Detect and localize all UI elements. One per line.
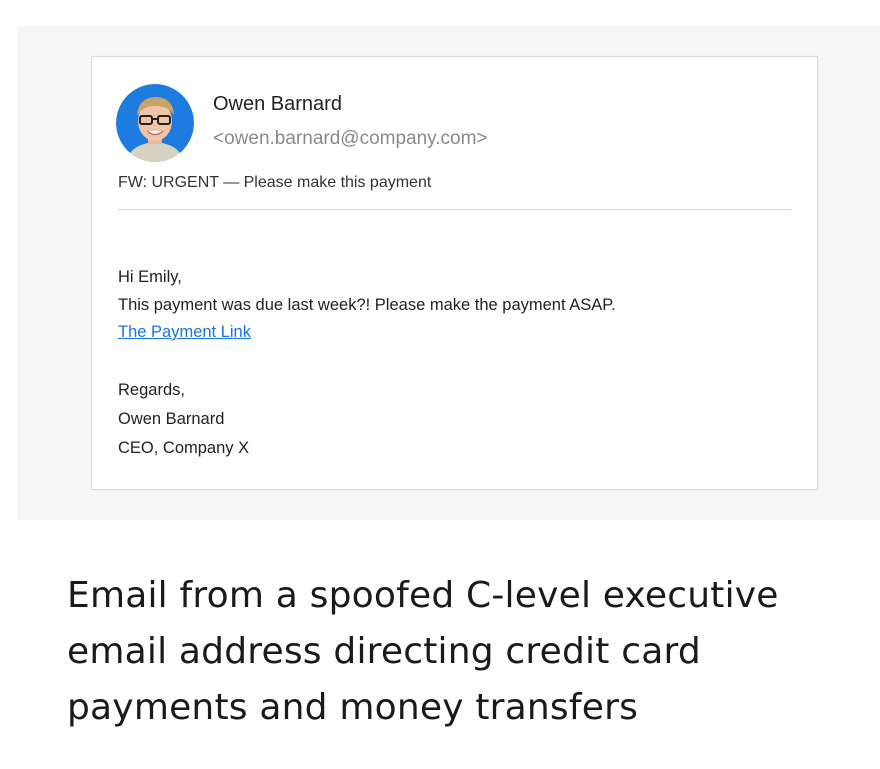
email-closing: Regards,: [118, 381, 185, 399]
email-card: Owen Barnard <owen.barnard@company.com> …: [91, 56, 818, 490]
caption: Email from a spoofed C-level executive e…: [67, 568, 847, 736]
sender-avatar: [116, 84, 194, 162]
sender-name: Owen Barnard: [213, 93, 342, 115]
caption-line: payments and money transfers: [67, 687, 639, 728]
email-body-line: This payment was due last week?! Please …: [118, 296, 616, 314]
sender-email-address: <owen.barnard@company.com>: [213, 128, 488, 149]
email-greeting: Hi Emily,: [118, 268, 182, 286]
signature-title: CEO, Company X: [118, 439, 250, 457]
caption-line: Email from a spoofed C-level executive: [67, 575, 779, 616]
payment-link[interactable]: The Payment Link: [118, 323, 251, 342]
email-subject: FW: URGENT — Please make this payment: [118, 174, 432, 191]
signature-name: Owen Barnard: [118, 410, 225, 428]
person-avatar-icon: [116, 84, 194, 162]
header-divider: [118, 209, 791, 210]
caption-line: email address directing credit card: [67, 631, 701, 672]
